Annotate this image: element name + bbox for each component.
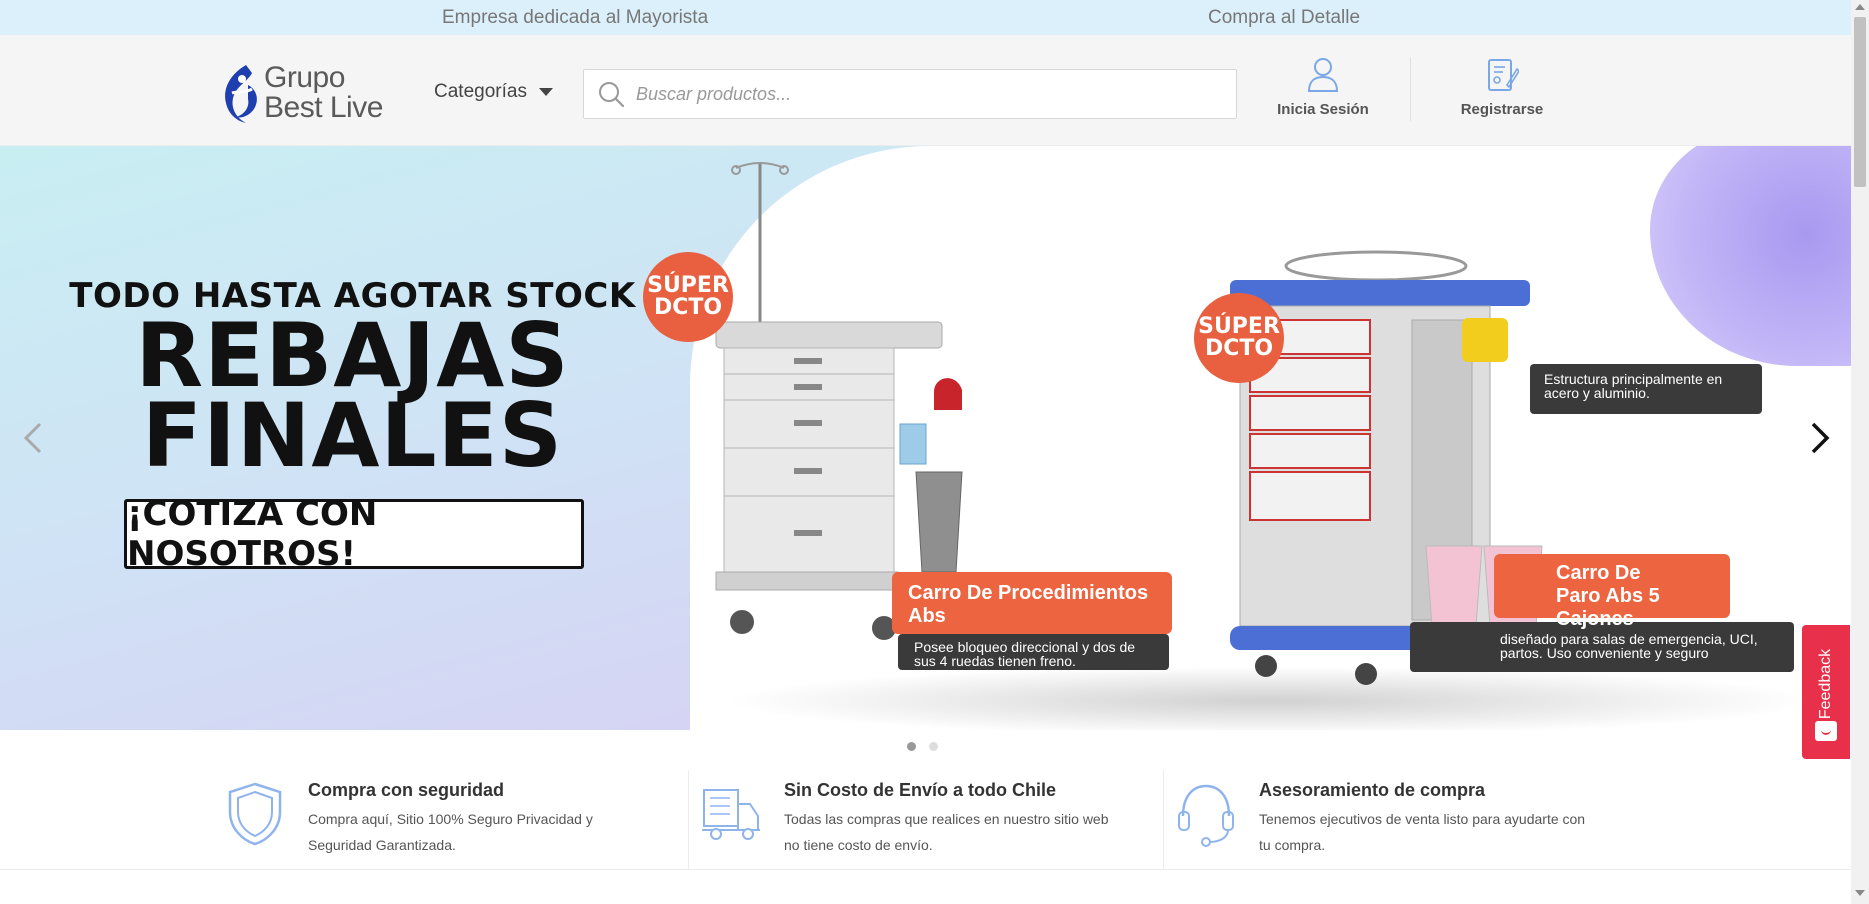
feedback-tab[interactable]: Feedback <box>1802 625 1850 759</box>
feedback-label: Feedback <box>1817 648 1834 720</box>
slider-pagination <box>907 742 938 751</box>
retail-link[interactable]: Compra al Detalle <box>1208 7 1360 29</box>
page-scrollbar[interactable] <box>1851 0 1869 904</box>
product-1-name: Carro De Procedimientos Abs <box>892 572 1172 634</box>
user-icon <box>1307 58 1339 92</box>
feature-free-shipping: Sin Costo de Envío a todo Chile Todas la… <box>700 766 1160 870</box>
slider-dot-1[interactable] <box>907 742 916 751</box>
product-1-description: Posee bloqueo direccional y dos de sus 4… <box>898 634 1169 670</box>
login-button[interactable]: Inicia Sesión <box>1253 57 1393 118</box>
feature-secure-purchase: Compra con seguridad Compra aquí, Sitio … <box>224 766 684 870</box>
scroll-up-arrow-icon[interactable] <box>1855 4 1865 10</box>
chevron-left-icon[interactable] <box>18 418 48 458</box>
logo-mark-icon <box>225 65 257 123</box>
banner-headline: TODO HASTA AGOTAR STOCK REBAJAS FINALES <box>0 276 705 487</box>
features-strip: Compra con seguridad Compra aquí, Sitio … <box>0 766 1851 870</box>
banner-title-line-2: FINALES <box>141 384 564 487</box>
badge-2-line-2: DCTO <box>1204 336 1274 361</box>
slider-dot-2[interactable] <box>929 742 938 751</box>
badge-1-line-2: DCTO <box>653 295 723 320</box>
quote-cta-button[interactable]: ¡COTIZA CON NOSOTROS! <box>124 494 584 574</box>
top-announcement-bar: Empresa dedicada al Mayorista Compra al … <box>0 0 1851 35</box>
feature-1-description: Compra aquí, Sitio 100% Seguro Privacida… <box>308 811 593 853</box>
logo-text: Grupo Best Live <box>264 63 383 123</box>
wholesale-link[interactable]: Empresa dedicada al Mayorista <box>442 7 708 29</box>
chevron-right-icon[interactable] <box>1805 418 1835 458</box>
feature-2-title: Sin Costo de Envío a todo Chile <box>784 780 1057 800</box>
search-input[interactable] <box>636 83 1216 105</box>
headset-icon <box>1178 784 1234 847</box>
caret-down-icon <box>538 88 553 96</box>
super-discount-badge-1: SÚPER DCTO <box>643 252 733 342</box>
search-icon[interactable] <box>596 79 626 109</box>
feature-purchase-advice: Asesoramiento de compra Tenemos ejecutiv… <box>1175 766 1635 870</box>
feature-divider-1 <box>688 770 689 870</box>
feedback-smile-icon <box>1815 721 1837 741</box>
feature-2-description: Todas las compras que realices en nuestr… <box>784 811 1109 853</box>
register-form-icon <box>1488 59 1519 91</box>
scroll-down-arrow-icon[interactable] <box>1855 890 1865 896</box>
header-divider <box>1410 57 1411 121</box>
feature-1-title: Compra con seguridad <box>308 780 505 800</box>
product-2-name: Carro De Paro Abs 5 Cajones <box>1494 554 1730 630</box>
logo-line-2: Best Live <box>264 91 383 124</box>
search-bar <box>583 69 1237 119</box>
feature-3-description: Tenemos ejecutivos de venta listo para a… <box>1259 811 1586 853</box>
shield-icon <box>228 782 282 846</box>
badge-1-line-1: SÚPER <box>647 273 729 298</box>
site-header: Grupo Best Live Categorías Inicia Sesión… <box>0 35 1851 146</box>
feature-divider-2 <box>1163 770 1164 870</box>
site-logo[interactable]: Grupo Best Live <box>218 61 408 131</box>
register-button[interactable]: Registrarse <box>1432 57 1572 118</box>
logo-line-1: Grupo <box>264 61 345 94</box>
categories-label: Categorías <box>434 81 527 102</box>
scrollbar-thumb[interactable] <box>1854 17 1866 187</box>
super-discount-badge-2: SÚPER DCTO <box>1194 293 1284 383</box>
register-label: Registrarse <box>1460 101 1544 118</box>
product-2-feature: Estructura principalmente en acero y alu… <box>1530 364 1762 414</box>
feature-3-title: Asesoramiento de compra <box>1259 780 1486 800</box>
truck-icon <box>702 789 760 840</box>
hero-banner-slide[interactable]: TODO HASTA AGOTAR STOCK REBAJAS FINALES … <box>0 146 1851 730</box>
badge-2-line-1: SÚPER <box>1198 314 1280 339</box>
categories-dropdown[interactable]: Categorías <box>434 81 553 103</box>
login-label: Inicia Sesión <box>1277 101 1369 118</box>
